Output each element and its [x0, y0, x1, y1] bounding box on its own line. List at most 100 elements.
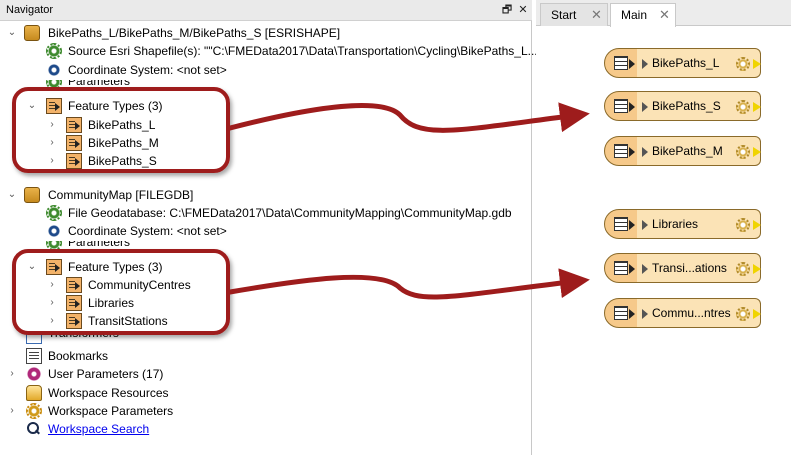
tab-bar: Start ✕ Main ✕ — [536, 0, 791, 27]
expand-triangle-icon[interactable] — [642, 220, 648, 230]
node-cap — [604, 298, 638, 328]
tree-item-bikepaths-coord[interactable]: Coordinate System: <not set> — [0, 61, 530, 79]
workspace-parameters-label: Workspace Parameters — [48, 404, 174, 418]
gear-icon[interactable] — [736, 145, 750, 159]
tree-item-community-coord[interactable]: Coordinate System: <not set> — [0, 222, 530, 240]
node-body: BikePaths_L — [637, 48, 761, 78]
table-icon — [614, 99, 628, 113]
arrow-icon — [629, 264, 635, 274]
reader-feature-type-node[interactable]: Libraries — [604, 209, 761, 239]
tab-main[interactable]: Main ✕ — [610, 3, 676, 27]
coordinate-system-icon — [46, 62, 62, 78]
reader-feature-type-node[interactable]: Commu...ntres — [604, 298, 761, 328]
collapse-chevron-icon[interactable]: ⌄ — [6, 24, 18, 42]
gear-icon — [46, 205, 62, 221]
node-label: BikePaths_M — [652, 144, 723, 158]
output-port-icon[interactable] — [753, 59, 761, 69]
node-cap — [604, 91, 638, 121]
tab-label: Start — [551, 8, 577, 22]
node-body: BikePaths_M — [637, 136, 761, 166]
coord-label: Coordinate System: <not set> — [68, 224, 227, 238]
gear-icon[interactable] — [736, 57, 750, 71]
tree-item-user-parameters[interactable]: › User Parameters (17) — [0, 365, 530, 383]
gear-icon[interactable] — [736, 100, 750, 114]
node-body: Commu...ntres — [637, 298, 761, 328]
output-port-icon[interactable] — [753, 147, 761, 157]
close-tab-icon[interactable]: ✕ — [591, 4, 602, 26]
table-icon — [614, 144, 628, 158]
geodatabase-dataset-icon — [24, 187, 40, 203]
navigator-pane: Navigator 🗗 ✕ ⌄ BikePaths_L/BikePaths_M/… — [0, 0, 541, 455]
node-cap — [604, 136, 638, 166]
node-body: BikePaths_S — [637, 91, 761, 121]
gear-icon[interactable] — [736, 307, 750, 321]
close-tab-icon[interactable]: ✕ — [659, 4, 670, 26]
coordinate-system-icon — [46, 223, 62, 239]
source-label: Source Esri Shapefile(s): ""C:\FMEData20… — [68, 44, 541, 58]
reader-feature-type-node[interactable]: BikePaths_M — [604, 136, 761, 166]
output-port-icon[interactable] — [753, 309, 761, 319]
expand-chevron-icon[interactable]: › — [6, 365, 18, 383]
search-icon — [26, 421, 42, 437]
expand-triangle-icon[interactable] — [642, 309, 648, 319]
output-port-icon[interactable] — [753, 220, 761, 230]
node-cap — [604, 209, 638, 239]
tree-item-workspace-resources[interactable]: Workspace Resources — [0, 384, 530, 402]
table-icon — [614, 56, 628, 70]
dataset-label: CommunityMap [FILEGDB] — [48, 188, 194, 202]
table-icon — [614, 217, 628, 231]
gear-icon[interactable] — [736, 262, 750, 276]
tree-item-bikepaths-source[interactable]: Source Esri Shapefile(s): ""C:\FMEData20… — [0, 42, 541, 60]
node-body: Libraries — [637, 209, 761, 239]
expand-triangle-icon[interactable] — [642, 59, 648, 69]
node-cap — [604, 48, 638, 78]
tree-item-bookmarks[interactable]: Bookmarks — [0, 347, 530, 365]
navigator-title: Navigator — [6, 4, 54, 16]
coord-label: Coordinate System: <not set> — [68, 63, 227, 77]
tab-label: Main — [621, 8, 648, 22]
tab-start[interactable]: Start ✕ — [540, 3, 608, 26]
shapefile-dataset-icon — [24, 25, 40, 41]
close-pane-icon[interactable]: ✕ — [516, 3, 530, 17]
output-port-icon[interactable] — [753, 102, 761, 112]
node-label: Transi...ations — [652, 261, 727, 275]
float-pane-icon[interactable]: 🗗 — [500, 3, 514, 17]
expand-triangle-icon[interactable] — [642, 102, 648, 112]
workspace-resources-label: Workspace Resources — [48, 386, 169, 400]
expand-triangle-icon[interactable] — [642, 147, 648, 157]
gear-icon — [46, 43, 62, 59]
workspace-resources-icon — [26, 385, 42, 401]
reader-feature-type-node[interactable]: Transi...ations — [604, 253, 761, 283]
arrow-icon — [629, 102, 635, 112]
reader-feature-type-node[interactable]: BikePaths_S — [604, 91, 761, 121]
callout-box-bikepaths — [12, 87, 230, 173]
arrow-icon — [629, 59, 635, 69]
workspace-parameters-icon — [26, 403, 42, 419]
user-parameters-label: User Parameters (17) — [48, 367, 164, 381]
node-label: Commu...ntres — [652, 306, 731, 320]
navigator-header: Navigator 🗗 ✕ — [0, 0, 532, 21]
collapse-chevron-icon[interactable]: ⌄ — [6, 186, 18, 204]
node-body: Transi...ations — [637, 253, 761, 283]
tree-item-workspace-parameters[interactable]: › Workspace Parameters — [0, 402, 530, 420]
expand-triangle-icon[interactable] — [642, 264, 648, 274]
node-label: Libraries — [652, 217, 699, 231]
node-label: BikePaths_S — [652, 99, 721, 113]
arrow-icon — [629, 147, 635, 157]
gear-icon[interactable] — [736, 218, 750, 232]
tree-item-bikepaths-dataset[interactable]: ⌄ BikePaths_L/BikePaths_M/BikePaths_S [E… — [0, 24, 530, 42]
user-parameters-icon — [26, 366, 42, 382]
arrow-icon — [629, 309, 635, 319]
workspace-search-link[interactable]: Workspace Search — [48, 420, 149, 438]
dataset-label: BikePaths_L/BikePaths_M/BikePaths_S [ESR… — [48, 26, 341, 40]
arrow-icon — [629, 220, 635, 230]
node-cap — [604, 253, 638, 283]
bookmarks-label: Bookmarks — [48, 349, 109, 363]
output-port-icon[interactable] — [753, 264, 761, 274]
expand-chevron-icon[interactable]: › — [6, 402, 18, 420]
tree-item-community-source[interactable]: File Geodatabase: C:\FMEData2017\Data\Co… — [0, 204, 530, 222]
callout-box-community — [12, 249, 230, 335]
tree-item-community-dataset[interactable]: ⌄ CommunityMap [FILEGDB] — [0, 186, 530, 204]
tree-item-workspace-search[interactable]: Workspace Search — [0, 420, 530, 438]
reader-feature-type-node[interactable]: BikePaths_L — [604, 48, 761, 78]
